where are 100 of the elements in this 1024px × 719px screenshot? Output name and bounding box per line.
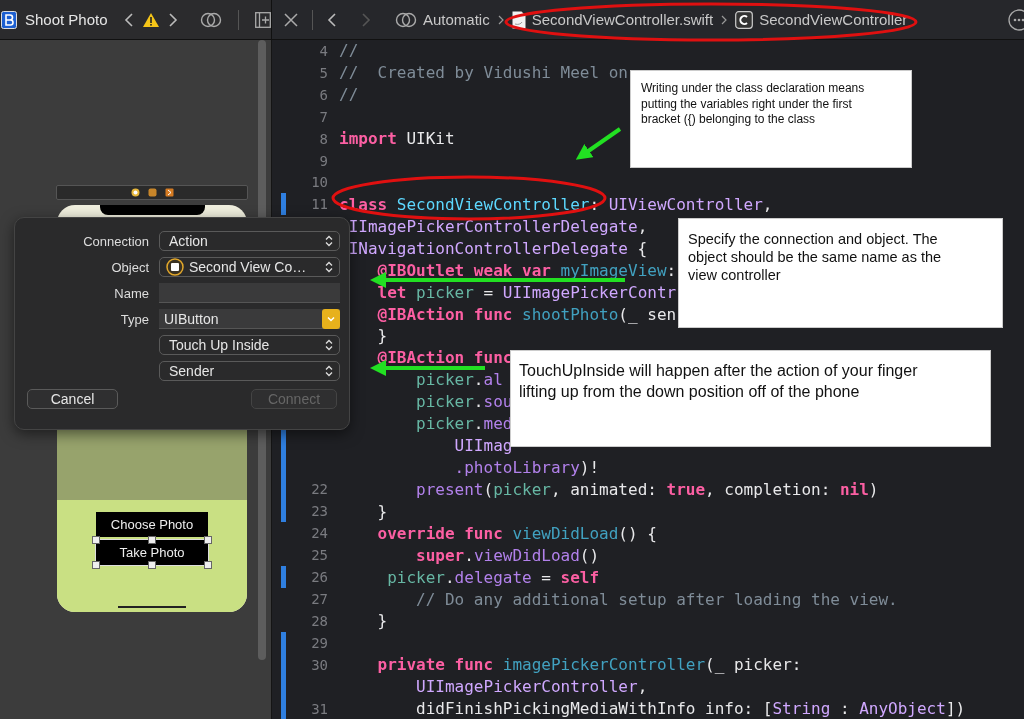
code-token: :	[666, 260, 677, 280]
add-editor-icon[interactable]	[254, 11, 271, 28]
two-circles-icon[interactable]	[199, 10, 222, 29]
code-token: String	[772, 699, 831, 719]
code-token: .	[473, 414, 484, 434]
code-token: UIImagePickerContr	[502, 282, 677, 302]
exit-icon[interactable]	[164, 188, 174, 197]
line-number: 11	[311, 196, 328, 213]
view-controller-icon[interactable]	[130, 188, 140, 197]
back-chevron-icon[interactable]	[327, 11, 337, 28]
breadcrumb-item[interactable]: Automatic	[423, 11, 490, 28]
code-token: // Do any additional setup after loading the view.	[415, 589, 898, 609]
code-token: present	[415, 479, 484, 499]
cancel-button[interactable]: Cancel	[27, 389, 118, 409]
line-number: 6	[319, 86, 328, 103]
code-token: (_ picker:	[705, 655, 802, 675]
code-token: self	[560, 567, 600, 587]
code-token: SecondViewController	[396, 194, 590, 214]
line-number: 24	[311, 525, 328, 542]
code-token: IImagePickerControllerDelegate	[347, 216, 638, 236]
code-token: picker	[415, 392, 474, 412]
forward-chevron-icon[interactable]	[167, 11, 178, 28]
cube-icon[interactable]	[147, 188, 157, 197]
code-token: nil	[839, 479, 869, 499]
code-token: picker	[415, 370, 474, 390]
updown-chevron-icon	[325, 339, 333, 351]
code-token: INavigationControllerDelegate	[347, 238, 628, 258]
code-token: UIImagePickerController	[415, 677, 638, 697]
code-token: myImageView	[560, 260, 667, 280]
code-token: @IBOutlet weak var	[376, 260, 552, 280]
code-token: .photoLibrary	[453, 457, 580, 477]
name-field[interactable]	[159, 283, 340, 303]
storyboard-file-icon[interactable]	[1, 10, 17, 29]
code-token: //	[339, 41, 359, 61]
callout-note: Specify the connection and object. The object should be the same name as the view controller	[678, 218, 1003, 328]
breadcrumb-chevron-icon	[497, 14, 504, 25]
code-token: didFinishPickingMediaWithInfo info: [	[415, 699, 773, 719]
code-token: al	[483, 370, 503, 390]
updown-chevron-icon	[325, 365, 333, 377]
chevron-down-icon	[326, 314, 336, 323]
popup-button[interactable]: Second View Co…	[159, 257, 340, 277]
code-token: super	[415, 545, 465, 565]
code-token: =	[482, 282, 495, 302]
home-indicator	[118, 606, 186, 608]
class-icon	[735, 10, 754, 29]
back-chevron-icon[interactable]	[123, 11, 134, 28]
more-icon[interactable]	[1008, 8, 1024, 31]
code-token: picker	[493, 479, 551, 499]
code-token: let	[376, 282, 408, 302]
code-token: ,	[637, 216, 648, 236]
updown-chevron-icon	[325, 235, 333, 247]
line-number: 9	[319, 152, 328, 169]
line-number: 22	[311, 481, 328, 498]
popup-button[interactable]: Touch Up Inside	[159, 335, 340, 355]
popup-button[interactable]: Sender	[159, 361, 340, 381]
code-token: UIImag	[453, 436, 513, 456]
breadcrumb-item[interactable]: SecondViewController	[759, 11, 908, 28]
code-token: picker	[415, 414, 474, 434]
code-token: .	[444, 567, 455, 587]
code-token: (_ sen	[618, 304, 677, 324]
line-number: 10	[311, 174, 328, 191]
line-number: 28	[311, 612, 328, 629]
code-token: (	[483, 479, 494, 499]
code-token: imagePickerController	[502, 655, 706, 675]
code-token: // Created by Vidushi Meel on	[339, 63, 628, 83]
code-token: )	[868, 479, 879, 499]
arrow	[575, 127, 622, 160]
field-label: Type	[120, 311, 149, 327]
code-token: , completion:	[705, 479, 832, 499]
dropdown-button[interactable]	[322, 308, 340, 329]
code-token: .	[473, 370, 484, 390]
code-token: import	[339, 129, 398, 149]
line-number: 5	[319, 64, 328, 81]
code-token: AnyObject	[859, 699, 946, 719]
breadcrumb-item[interactable]: SecondViewController.swift	[531, 11, 714, 28]
line-number: 25	[311, 547, 328, 564]
warning-icon[interactable]	[141, 11, 160, 28]
code-token: ,	[762, 194, 773, 214]
line-number: 23	[311, 503, 328, 520]
code-token: viewDidLoad	[473, 545, 580, 565]
code-token: }	[376, 611, 388, 631]
code-token: delegate	[454, 567, 532, 587]
two-circles-icon[interactable]	[395, 10, 417, 29]
close-icon[interactable]	[284, 12, 298, 27]
field-label: Connection	[83, 233, 149, 249]
code-token: picker	[416, 282, 474, 302]
scene-button[interactable]: Choose Photo	[96, 512, 208, 537]
popup-button[interactable]: Action	[159, 231, 340, 251]
code-token: UIKit	[406, 129, 455, 149]
line-number: 29	[311, 634, 328, 651]
code-token: )!	[579, 457, 600, 477]
code-token: ])	[945, 699, 966, 719]
code-token: @IBAction func	[376, 348, 513, 368]
code-token: true	[666, 479, 706, 499]
line-number: 30	[311, 656, 328, 673]
type-combo-box[interactable]: UIButton	[159, 309, 340, 329]
code-token: , animated:	[550, 479, 658, 499]
code-token: private func	[376, 655, 495, 675]
code-token: //	[339, 85, 359, 105]
object-icon	[166, 258, 184, 276]
